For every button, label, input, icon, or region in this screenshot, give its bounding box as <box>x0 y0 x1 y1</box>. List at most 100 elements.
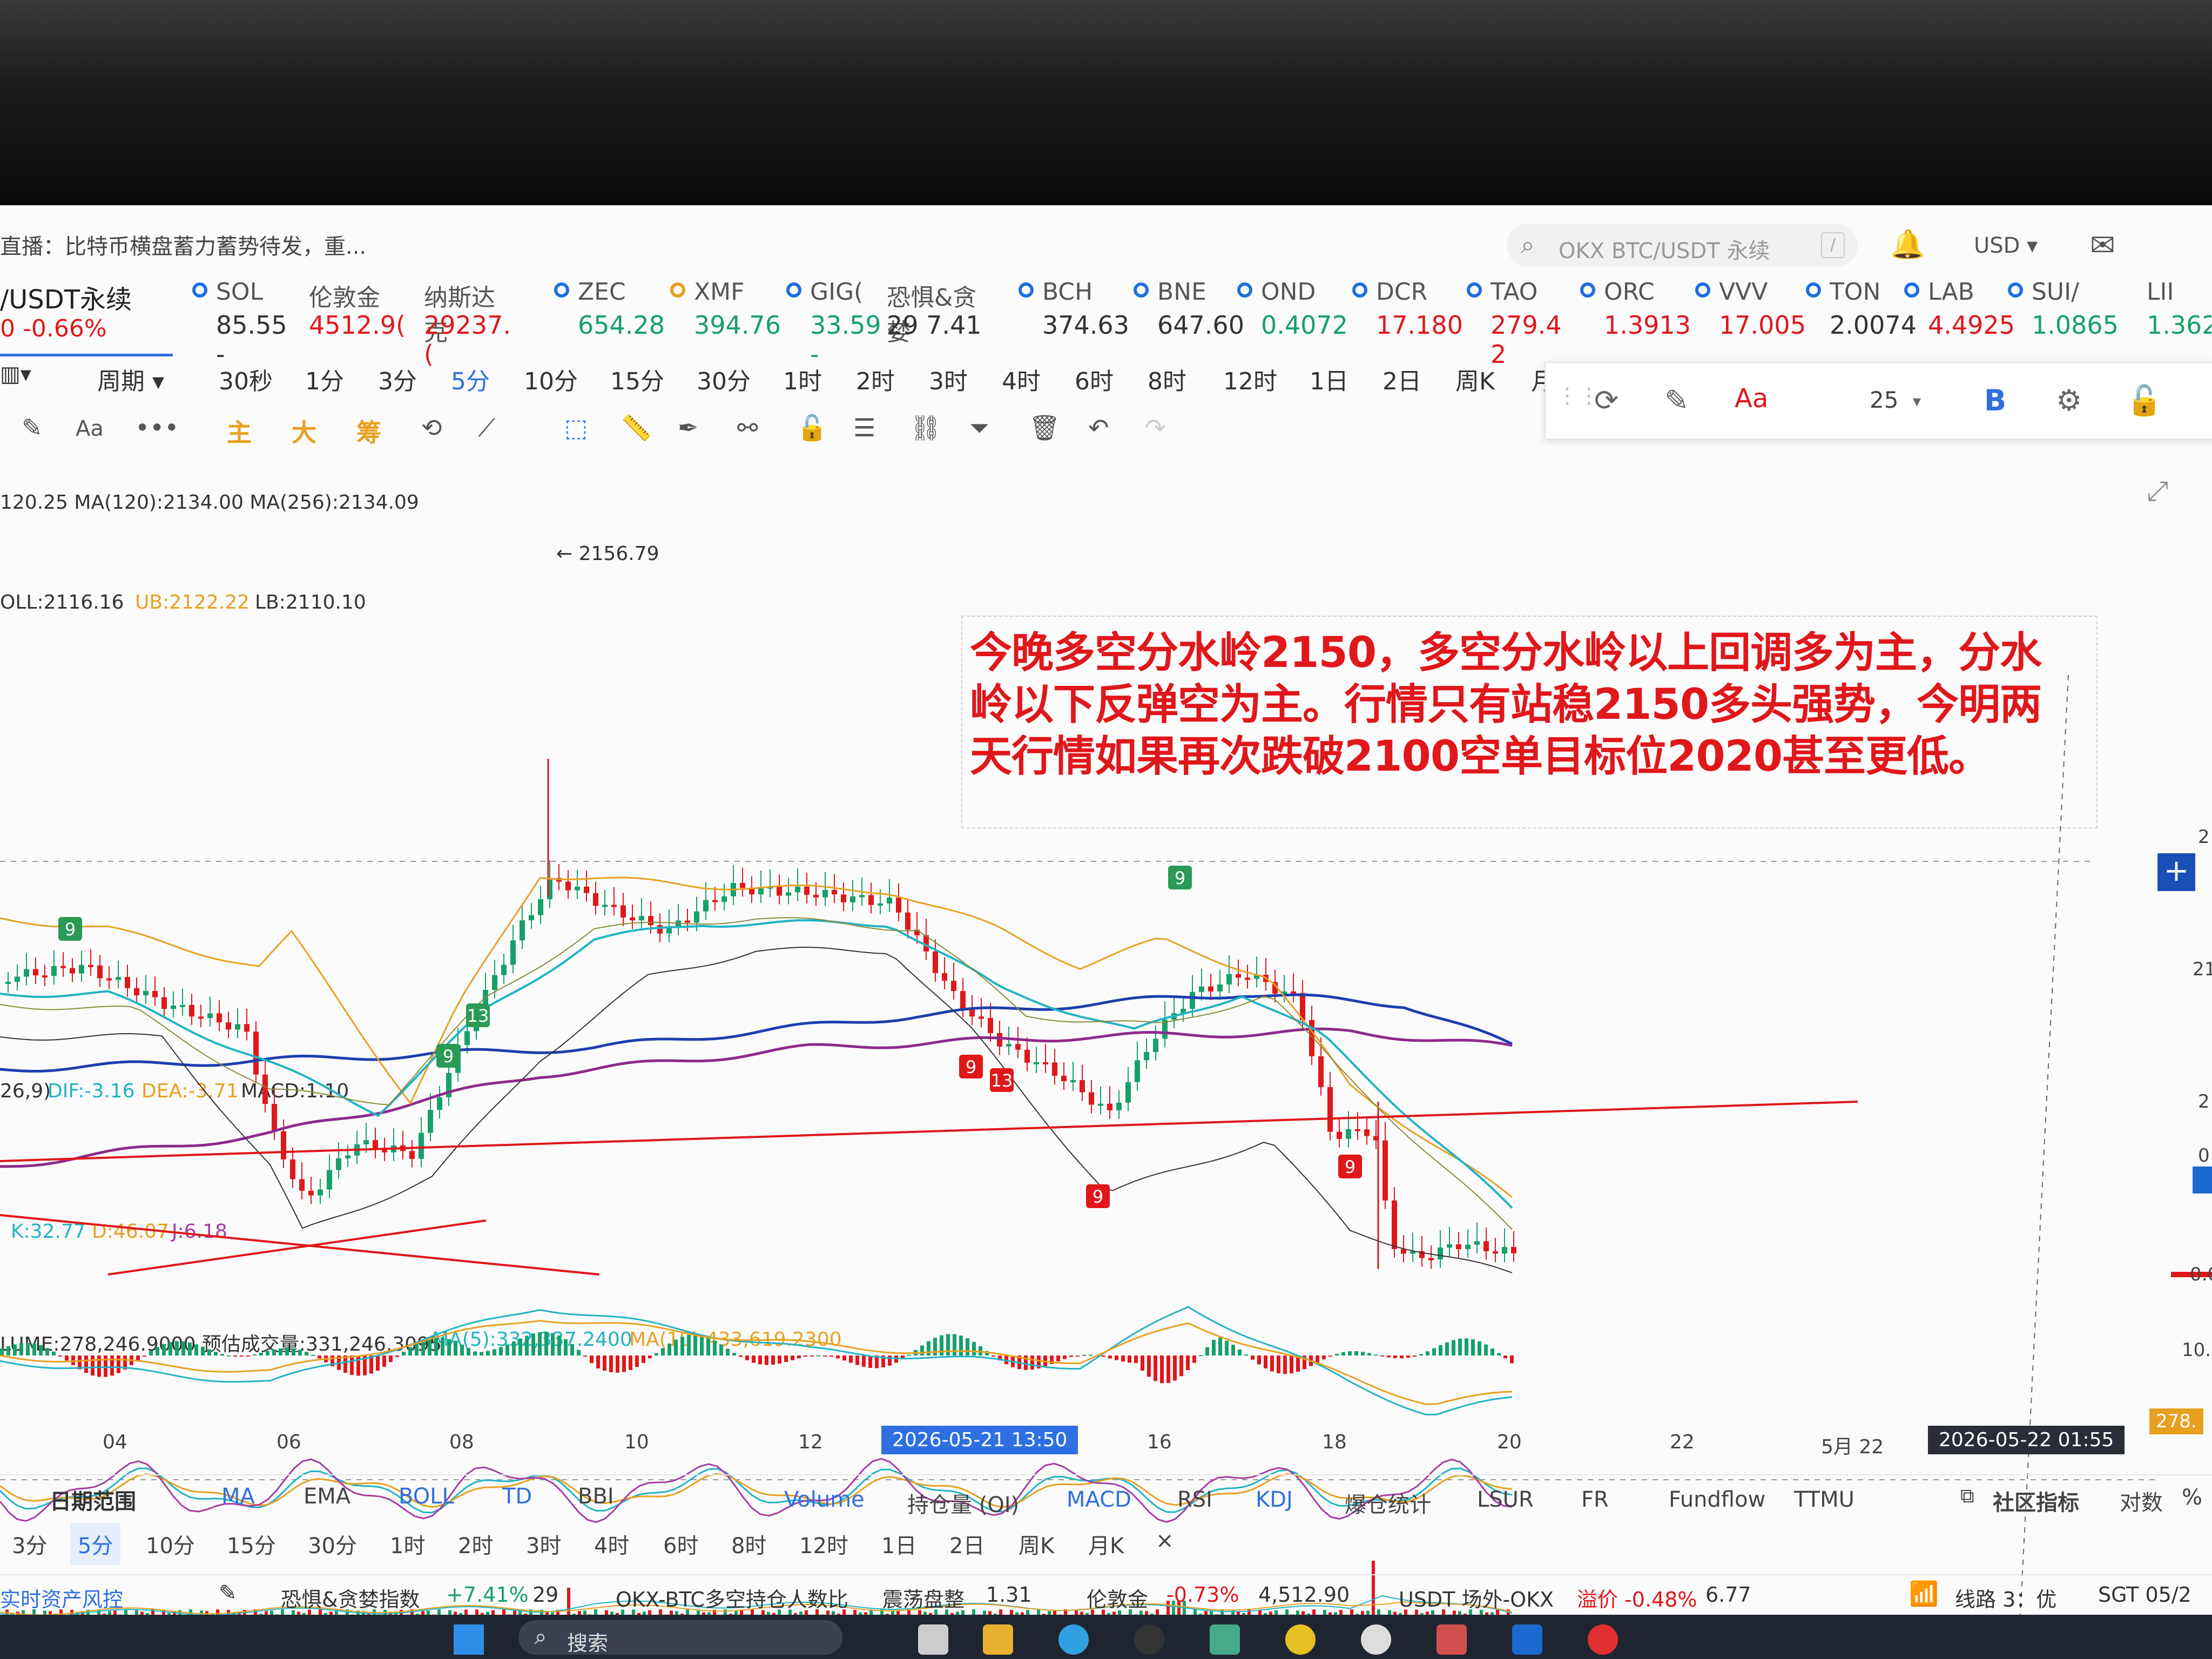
timeframe-15m[interactable]: 15分 <box>610 362 664 396</box>
ticker-item[interactable]: BNE 647.60 <box>1134 273 1244 348</box>
large-order-button[interactable]: 大 <box>292 413 316 449</box>
ticker-item[interactable]: LII 1.362( <box>2147 273 2211 348</box>
trash-icon[interactable]: 🗑 <box>1029 413 1060 443</box>
ticker-item[interactable]: VVV 17.005 <box>1695 273 1806 348</box>
timeframe-10m[interactable]: 10分 <box>524 362 578 396</box>
tab-ema[interactable]: EMA <box>304 1484 350 1509</box>
range-3h[interactable]: 3时 <box>526 1528 561 1560</box>
timeframe-1d[interactable]: 1日 <box>1310 362 1348 396</box>
community-indicator-icon[interactable]: ⧉ <box>1960 1485 1974 1508</box>
mail-icon[interactable]: ✉ <box>2090 228 2115 263</box>
ticker-item[interactable]: SOL 85.55 - <box>192 273 302 369</box>
range-2d[interactable]: 2日 <box>949 1528 984 1560</box>
timeframe-week[interactable]: 周K <box>1455 362 1495 396</box>
range-10m[interactable]: 10分 <box>146 1528 195 1560</box>
tab-liquidation[interactable]: 爆仓统计 <box>1345 1487 1431 1519</box>
ticker-item[interactable]: XMF 394.76 <box>670 273 781 348</box>
template-icon[interactable]: ⟳ <box>1594 383 1618 417</box>
currency-selector[interactable]: USD ▾ <box>1974 233 2038 258</box>
trend-line-icon[interactable]: ⟋ <box>478 413 495 443</box>
timeframe-1m[interactable]: 1分 <box>305 362 344 396</box>
settings-icon[interactable]: ⚙ <box>2056 383 2082 417</box>
date-range-tab[interactable]: 日期范围 <box>50 1484 136 1515</box>
route-status[interactable]: 线路 3：优 <box>1955 1583 2056 1613</box>
range-2h[interactable]: 2时 <box>458 1528 493 1560</box>
tab-bbi[interactable]: BBI <box>578 1484 614 1509</box>
ticker-item[interactable]: SUI/1.0865 <box>2008 273 2119 348</box>
range-8h[interactable]: 8时 <box>731 1528 766 1560</box>
analysis-text-annotation[interactable]: 今晚多空分水岭2150，多空分水岭以上回调多为主，分水 岭以下反弹空为主。行情只… <box>961 616 2098 828</box>
tab-ma[interactable]: MA <box>221 1484 255 1509</box>
tab-kdj[interactable]: KDJ <box>1256 1487 1293 1512</box>
sync-icon[interactable]: ⟲ <box>421 413 442 442</box>
range-4h[interactable]: 4时 <box>594 1528 629 1560</box>
ticker-item[interactable]: 伦敦金 4512.9( <box>309 273 406 348</box>
tab-rsi[interactable]: RSI <box>1177 1487 1212 1512</box>
redo-icon[interactable]: ↷ <box>1145 413 1166 442</box>
search-box[interactable]: ⌕ OKX BTC/USDT 永续 / <box>1507 224 1858 267</box>
tab-fr[interactable]: FR <box>1581 1487 1609 1512</box>
range-week[interactable]: 周K <box>1019 1528 1054 1560</box>
text-tool[interactable]: Aa <box>76 416 104 441</box>
tab-lsur[interactable]: LSUR <box>1477 1487 1534 1512</box>
ticker-item[interactable]: 恐惧&贪婪 29 7.41 <box>887 273 995 348</box>
undo-icon[interactable]: ↶ <box>1088 413 1109 442</box>
ticker-item[interactable]: 纳斯达克 29237.( <box>424 273 511 369</box>
timeframe-30m[interactable]: 30分 <box>697 362 751 396</box>
risk-control-link[interactable]: 实时资产风控 <box>0 1583 123 1613</box>
ticker-item[interactable]: TON 2.0074 <box>1806 273 1917 348</box>
tab-macd[interactable]: MACD <box>1067 1487 1131 1512</box>
chevron-down-icon[interactable]: ▾ <box>1913 392 1921 411</box>
timeframe-3h[interactable]: 3时 <box>929 362 968 396</box>
live-broadcast-text[interactable]: 直播：比特币横盘蓄力蓄势待发，重... <box>0 229 366 260</box>
timeframe-6h[interactable]: 6时 <box>1075 362 1114 396</box>
timeframe-2d[interactable]: 2日 <box>1382 362 1421 396</box>
timeframe-2h[interactable]: 2时 <box>856 362 895 396</box>
bold-button[interactable]: B <box>1984 383 2006 417</box>
ticker-item[interactable]: ZEC 654.28 <box>554 273 665 348</box>
log-scale-button[interactable]: 对数 <box>2120 1485 2163 1516</box>
lock-icon[interactable]: 🔓 <box>2126 383 2162 418</box>
app-icon[interactable] <box>918 1624 948 1655</box>
timeframe-4h[interactable]: 4时 <box>1002 362 1041 396</box>
drag-handle-icon[interactable]: ⋮⋮ <box>1556 383 1600 408</box>
range-6h[interactable]: 6时 <box>663 1528 698 1560</box>
select-icon[interactable]: ⬚ <box>564 413 588 442</box>
range-3m[interactable]: 3分 <box>12 1528 47 1560</box>
percent-scale-button[interactable]: % <box>2182 1485 2202 1510</box>
timeframe-3m[interactable]: 3分 <box>378 362 417 396</box>
chart-type-icon[interactable]: ▥▾ <box>0 362 31 387</box>
app-icon[interactable] <box>1361 1624 1391 1655</box>
timeframe-12h[interactable]: 12时 <box>1223 362 1277 396</box>
range-month[interactable]: 月K <box>1088 1528 1124 1560</box>
ticker-item[interactable]: OND 0.4072 <box>1237 273 1348 348</box>
tab-boll[interactable]: BOLL <box>399 1484 454 1509</box>
taskbar-search[interactable]: ⌕ 搜索 <box>518 1620 842 1655</box>
fullscreen-icon[interactable]: ⤢ <box>2147 475 2168 507</box>
search-input[interactable]: OKX BTC/USDT 永续 <box>1559 233 1770 265</box>
app-icon[interactable] <box>1134 1624 1164 1655</box>
ticker-active[interactable]: /USDT永续 0 -0.66% <box>0 273 173 356</box>
tab-td[interactable]: TD <box>502 1484 532 1509</box>
magnet-icon[interactable]: ⚯ <box>737 413 758 442</box>
pencil-icon[interactable]: ✎ <box>219 1581 237 1606</box>
edit-list-icon[interactable]: ☰ <box>853 413 875 442</box>
range-30m[interactable]: 30分 <box>308 1528 357 1560</box>
add-order-icon[interactable]: + <box>2157 853 2195 891</box>
ticker-item[interactable]: DCR 17.180 <box>1352 273 1463 348</box>
tab-ttmu[interactable]: TTMU <box>1794 1487 1854 1512</box>
folder-icon[interactable] <box>983 1624 1013 1655</box>
range-1h[interactable]: 1时 <box>390 1528 425 1560</box>
timeframe-8h[interactable]: 8时 <box>1148 362 1186 396</box>
filter-icon[interactable]: ⏷ <box>969 413 989 443</box>
range-1d[interactable]: 1日 <box>881 1528 916 1560</box>
windows-start-icon[interactable] <box>454 1624 484 1655</box>
link-icon[interactable]: ⛓ <box>910 413 941 443</box>
lock-icon[interactable]: 🔓 <box>797 413 827 443</box>
timeframe-5m[interactable]: 5分 <box>451 362 490 396</box>
app-icon[interactable] <box>1588 1624 1618 1655</box>
text-color-icon[interactable]: Aa <box>1735 383 1768 414</box>
close-icon[interactable]: × <box>1156 1528 1174 1553</box>
tab-volume[interactable]: Volume <box>784 1487 865 1512</box>
community-indicators-button[interactable]: 社区指标 <box>1993 1485 2079 1516</box>
